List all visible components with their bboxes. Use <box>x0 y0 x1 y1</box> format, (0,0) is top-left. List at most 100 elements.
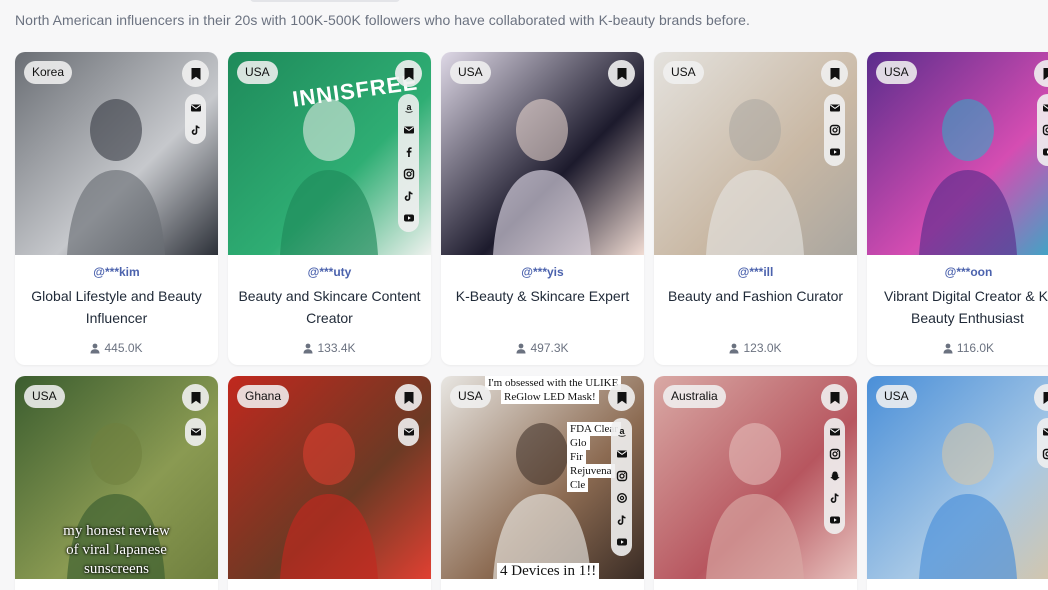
influencer-thumbnail[interactable]: USA <box>867 52 1048 255</box>
instagram-link[interactable] <box>1037 119 1048 141</box>
influencer-thumbnail[interactable]: USA <box>867 376 1048 579</box>
bookmark-icon <box>1043 67 1048 80</box>
influencer-handle[interactable]: @***oon <box>867 265 1048 279</box>
person-icon <box>943 343 953 353</box>
facebook-link[interactable] <box>398 141 419 163</box>
bookmark-button[interactable] <box>608 60 635 87</box>
influencer-handle[interactable]: @***uty <box>228 265 431 279</box>
person-icon <box>90 343 100 353</box>
photo-text-box: ReGlow LED Mask! <box>501 390 599 404</box>
tiktok-link[interactable] <box>824 487 845 509</box>
influencer-thumbnail[interactable]: Australia <box>654 376 857 579</box>
youtube-icon <box>403 214 414 222</box>
country-badge: USA <box>450 385 491 408</box>
follower-count: 445.0K <box>15 341 218 355</box>
bookmark-button[interactable] <box>182 384 209 411</box>
follower-value: 123.0K <box>743 341 782 355</box>
influencer-card[interactable]: Korea @***kim Global Lifestyle and Beauty … <box>15 52 218 365</box>
influencer-handle[interactable]: @***yis <box>441 265 644 279</box>
influencer-card[interactable]: INNISFREE USA a @***uty Beauty and Skincare … <box>228 52 431 365</box>
person-icon <box>303 343 313 353</box>
bookmark-icon <box>617 67 626 80</box>
country-badge: USA <box>876 61 917 84</box>
instagram-link[interactable] <box>1037 443 1048 465</box>
bookmark-button[interactable] <box>608 384 635 411</box>
snapchat-link[interactable] <box>824 465 845 487</box>
threads-icon <box>616 492 627 504</box>
photo-text-box: 4 Devices in 1!! <box>497 563 600 579</box>
person-icon <box>516 343 526 353</box>
bookmark-button[interactable] <box>395 60 422 87</box>
mail-link[interactable] <box>824 421 845 443</box>
influencer-title: Global Lifestyle and Beauty Influencer <box>31 288 202 326</box>
amazon-link[interactable]: a <box>398 97 419 119</box>
tiktok-link[interactable] <box>611 509 632 531</box>
follower-value: 445.0K <box>104 341 143 355</box>
influencer-handle[interactable]: @***kim <box>15 265 218 279</box>
youtube-link[interactable] <box>824 509 845 531</box>
instagram-icon <box>829 124 840 136</box>
youtube-link[interactable] <box>824 141 845 163</box>
follower-count: 497.3K <box>441 341 644 355</box>
instagram-link[interactable] <box>611 465 632 487</box>
mail-link[interactable] <box>185 421 206 443</box>
influencer-card[interactable]: Australia <box>654 376 857 590</box>
mail-link[interactable] <box>611 443 632 465</box>
influencer-thumbnail[interactable]: Korea <box>15 52 218 255</box>
bookmark-button[interactable] <box>395 384 422 411</box>
influencer-title: K-Beauty & Skincare Expert <box>455 288 630 304</box>
mail-icon <box>1042 104 1048 112</box>
influencer-card[interactable]: Ghana <box>228 376 431 590</box>
tiktok-link[interactable] <box>398 185 419 207</box>
instagram-link[interactable] <box>824 119 845 141</box>
photo-caption-overlay: my honest review of viral Japanese sunscre… <box>25 522 208 579</box>
mail-link[interactable] <box>1037 421 1048 443</box>
influencer-card[interactable]: USA @***oon Vibrant Digital Creator & K Bea… <box>867 52 1048 365</box>
influencer-card[interactable]: USA @***yis K-Beauty & Skincare Expert 497.… <box>441 52 644 365</box>
mail-link[interactable] <box>185 97 206 119</box>
caption-line: my honest review <box>63 523 170 539</box>
bookmark-button[interactable] <box>821 60 848 87</box>
influencer-thumbnail[interactable]: USA <box>441 52 644 255</box>
tiktok-icon <box>830 493 839 503</box>
tiktok-link[interactable] <box>185 119 206 141</box>
influencer-thumbnail[interactable]: Ghana <box>228 376 431 579</box>
follower-value: 133.4K <box>317 341 356 355</box>
influencer-thumbnail[interactable]: my honest review of viral Japanese sunscre… <box>15 376 218 579</box>
instagram-link[interactable] <box>398 163 419 185</box>
youtube-link[interactable] <box>611 531 632 553</box>
influencer-thumbnail[interactable]: USA <box>654 52 857 255</box>
instagram-icon <box>616 470 627 482</box>
mail-icon <box>829 428 840 436</box>
mail-icon <box>1042 428 1048 436</box>
instagram-link[interactable] <box>824 443 845 465</box>
instagram-icon <box>1042 124 1048 136</box>
mail-link[interactable] <box>824 97 845 119</box>
bookmark-button[interactable] <box>821 384 848 411</box>
mail-link[interactable] <box>398 421 419 443</box>
amazon-link[interactable]: a <box>611 421 632 443</box>
mail-link[interactable] <box>1037 97 1048 119</box>
influencer-card[interactable]: my honest review of viral Japanese sunscre… <box>15 376 218 590</box>
youtube-link[interactable] <box>398 207 419 229</box>
influencer-card[interactable]: USA <box>867 376 1048 590</box>
bookmark-icon <box>404 391 413 404</box>
influencer-thumbnail[interactable]: I'm obsessed with the ULIKE ReGlow LED Ma… <box>441 376 644 579</box>
threads-link[interactable] <box>611 487 632 509</box>
instagram-icon <box>1042 448 1048 460</box>
bookmark-button[interactable] <box>182 60 209 87</box>
youtube-icon <box>616 538 627 546</box>
youtube-link[interactable] <box>1037 141 1048 163</box>
influencer-handle[interactable]: @***ill <box>654 265 857 279</box>
instagram-icon <box>403 168 414 180</box>
country-badge: USA <box>24 385 65 408</box>
influencer-title: Beauty and Fashion Curator <box>667 288 844 304</box>
photo-text-box: Glo <box>567 436 590 450</box>
mail-link[interactable] <box>398 119 419 141</box>
country-badge: USA <box>663 61 704 84</box>
mail-icon <box>190 104 201 112</box>
tiktok-icon <box>617 515 626 525</box>
influencer-card[interactable]: USA @***ill Beauty and Fashion Curator 123.… <box>654 52 857 365</box>
influencer-thumbnail[interactable]: INNISFREE USA a <box>228 52 431 255</box>
influencer-card[interactable]: I'm obsessed with the ULIKE ReGlow LED Ma… <box>441 376 644 590</box>
